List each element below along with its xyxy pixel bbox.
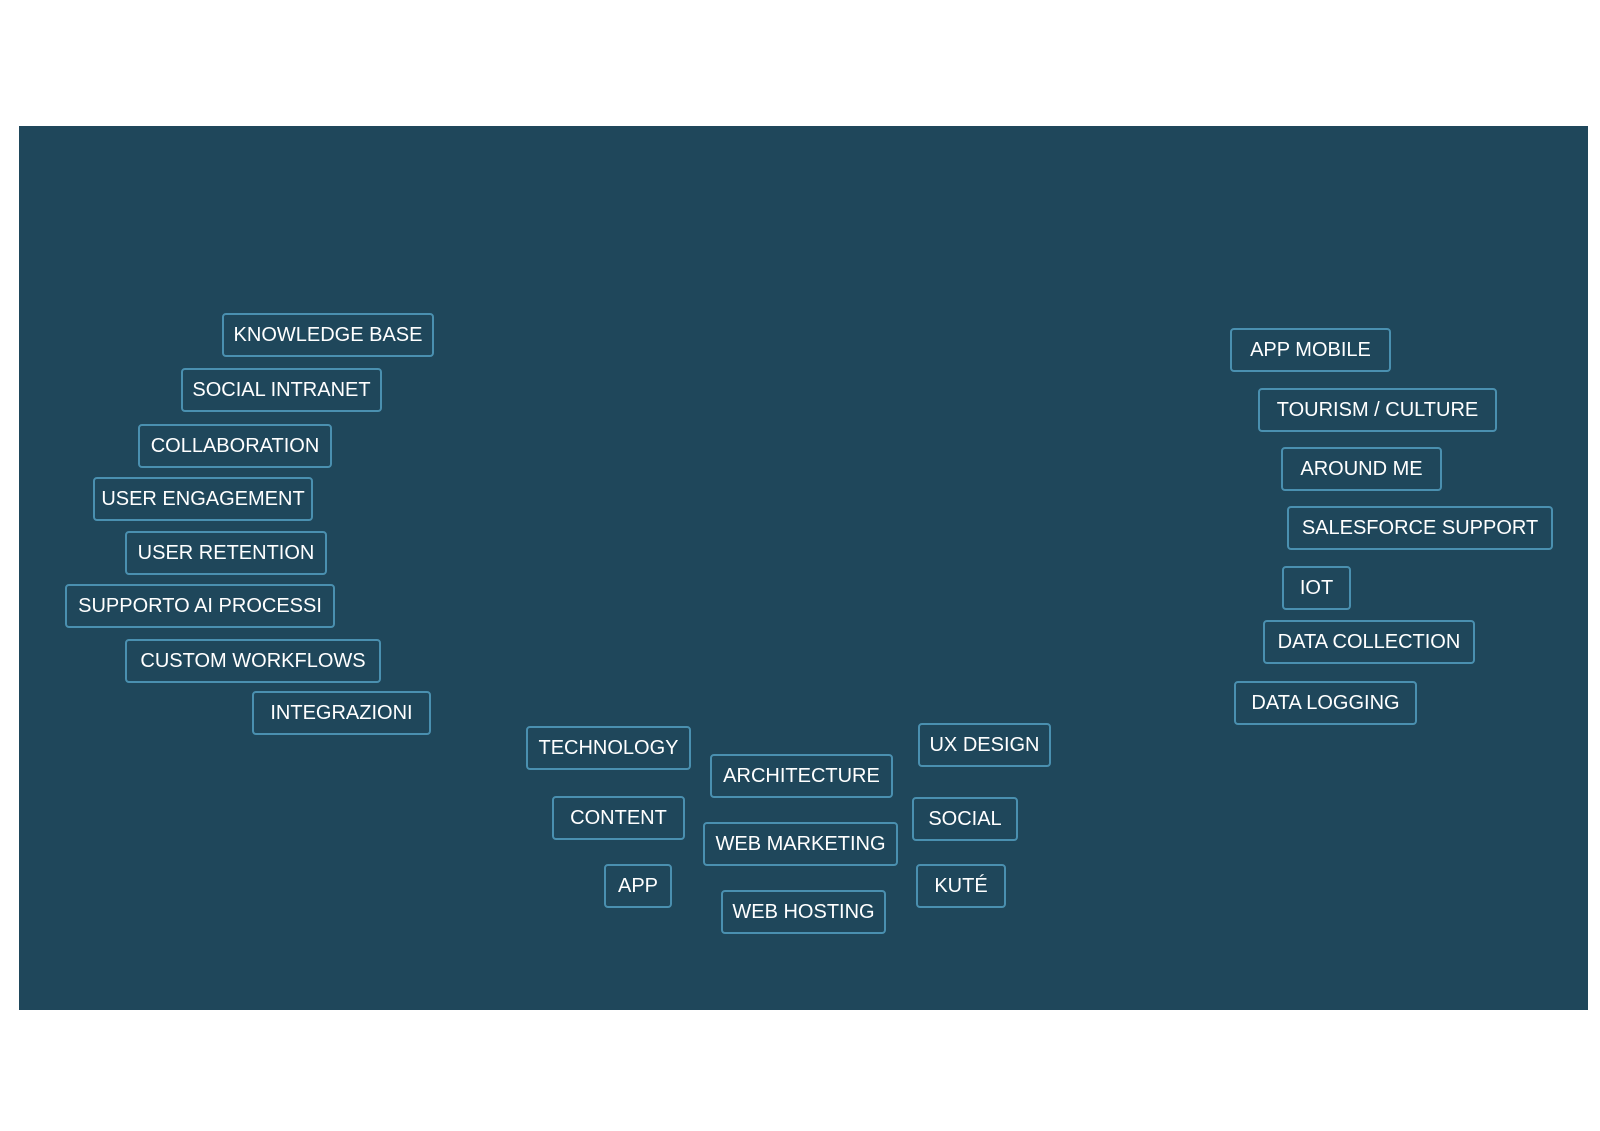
tag-technology: TECHNOLOGY xyxy=(526,726,691,770)
tag-iot: IOT xyxy=(1282,566,1351,610)
tag-social-intranet: SOCIAL INTRANET xyxy=(181,368,382,412)
tag-tourism-culture: TOURISM / CULTURE xyxy=(1258,388,1497,432)
tag-kute: KUTÉ xyxy=(916,864,1006,908)
tag-web-marketing: WEB MARKETING xyxy=(703,822,898,866)
tag-integrazioni: INTEGRAZIONI xyxy=(252,691,431,735)
diagram-canvas: KNOWLEDGE BASE SOCIAL INTRANET COLLABORA… xyxy=(19,126,1588,1010)
tag-web-hosting: WEB HOSTING xyxy=(721,890,886,934)
tag-ux-design: UX DESIGN xyxy=(918,723,1051,767)
tag-around-me: AROUND ME xyxy=(1281,447,1442,491)
tag-salesforce-support: SALESFORCE SUPPORT xyxy=(1287,506,1553,550)
tag-collaboration: COLLABORATION xyxy=(138,424,332,468)
tag-user-engagement: USER ENGAGEMENT xyxy=(93,477,313,521)
tag-data-logging: DATA LOGGING xyxy=(1234,681,1417,725)
tag-app: APP xyxy=(604,864,672,908)
tag-data-collection: DATA COLLECTION xyxy=(1263,620,1475,664)
tag-app-mobile: APP MOBILE xyxy=(1230,328,1391,372)
tag-user-retention: USER RETENTION xyxy=(125,531,327,575)
tag-content: CONTENT xyxy=(552,796,685,840)
tag-social: SOCIAL xyxy=(912,797,1018,841)
tag-architecture: ARCHITECTURE xyxy=(710,754,893,798)
tag-supporto-ai-processi: SUPPORTO AI PROCESSI xyxy=(65,584,335,628)
tag-knowledge-base: KNOWLEDGE BASE xyxy=(222,313,434,357)
tag-custom-workflows: CUSTOM WORKFLOWS xyxy=(125,639,381,683)
